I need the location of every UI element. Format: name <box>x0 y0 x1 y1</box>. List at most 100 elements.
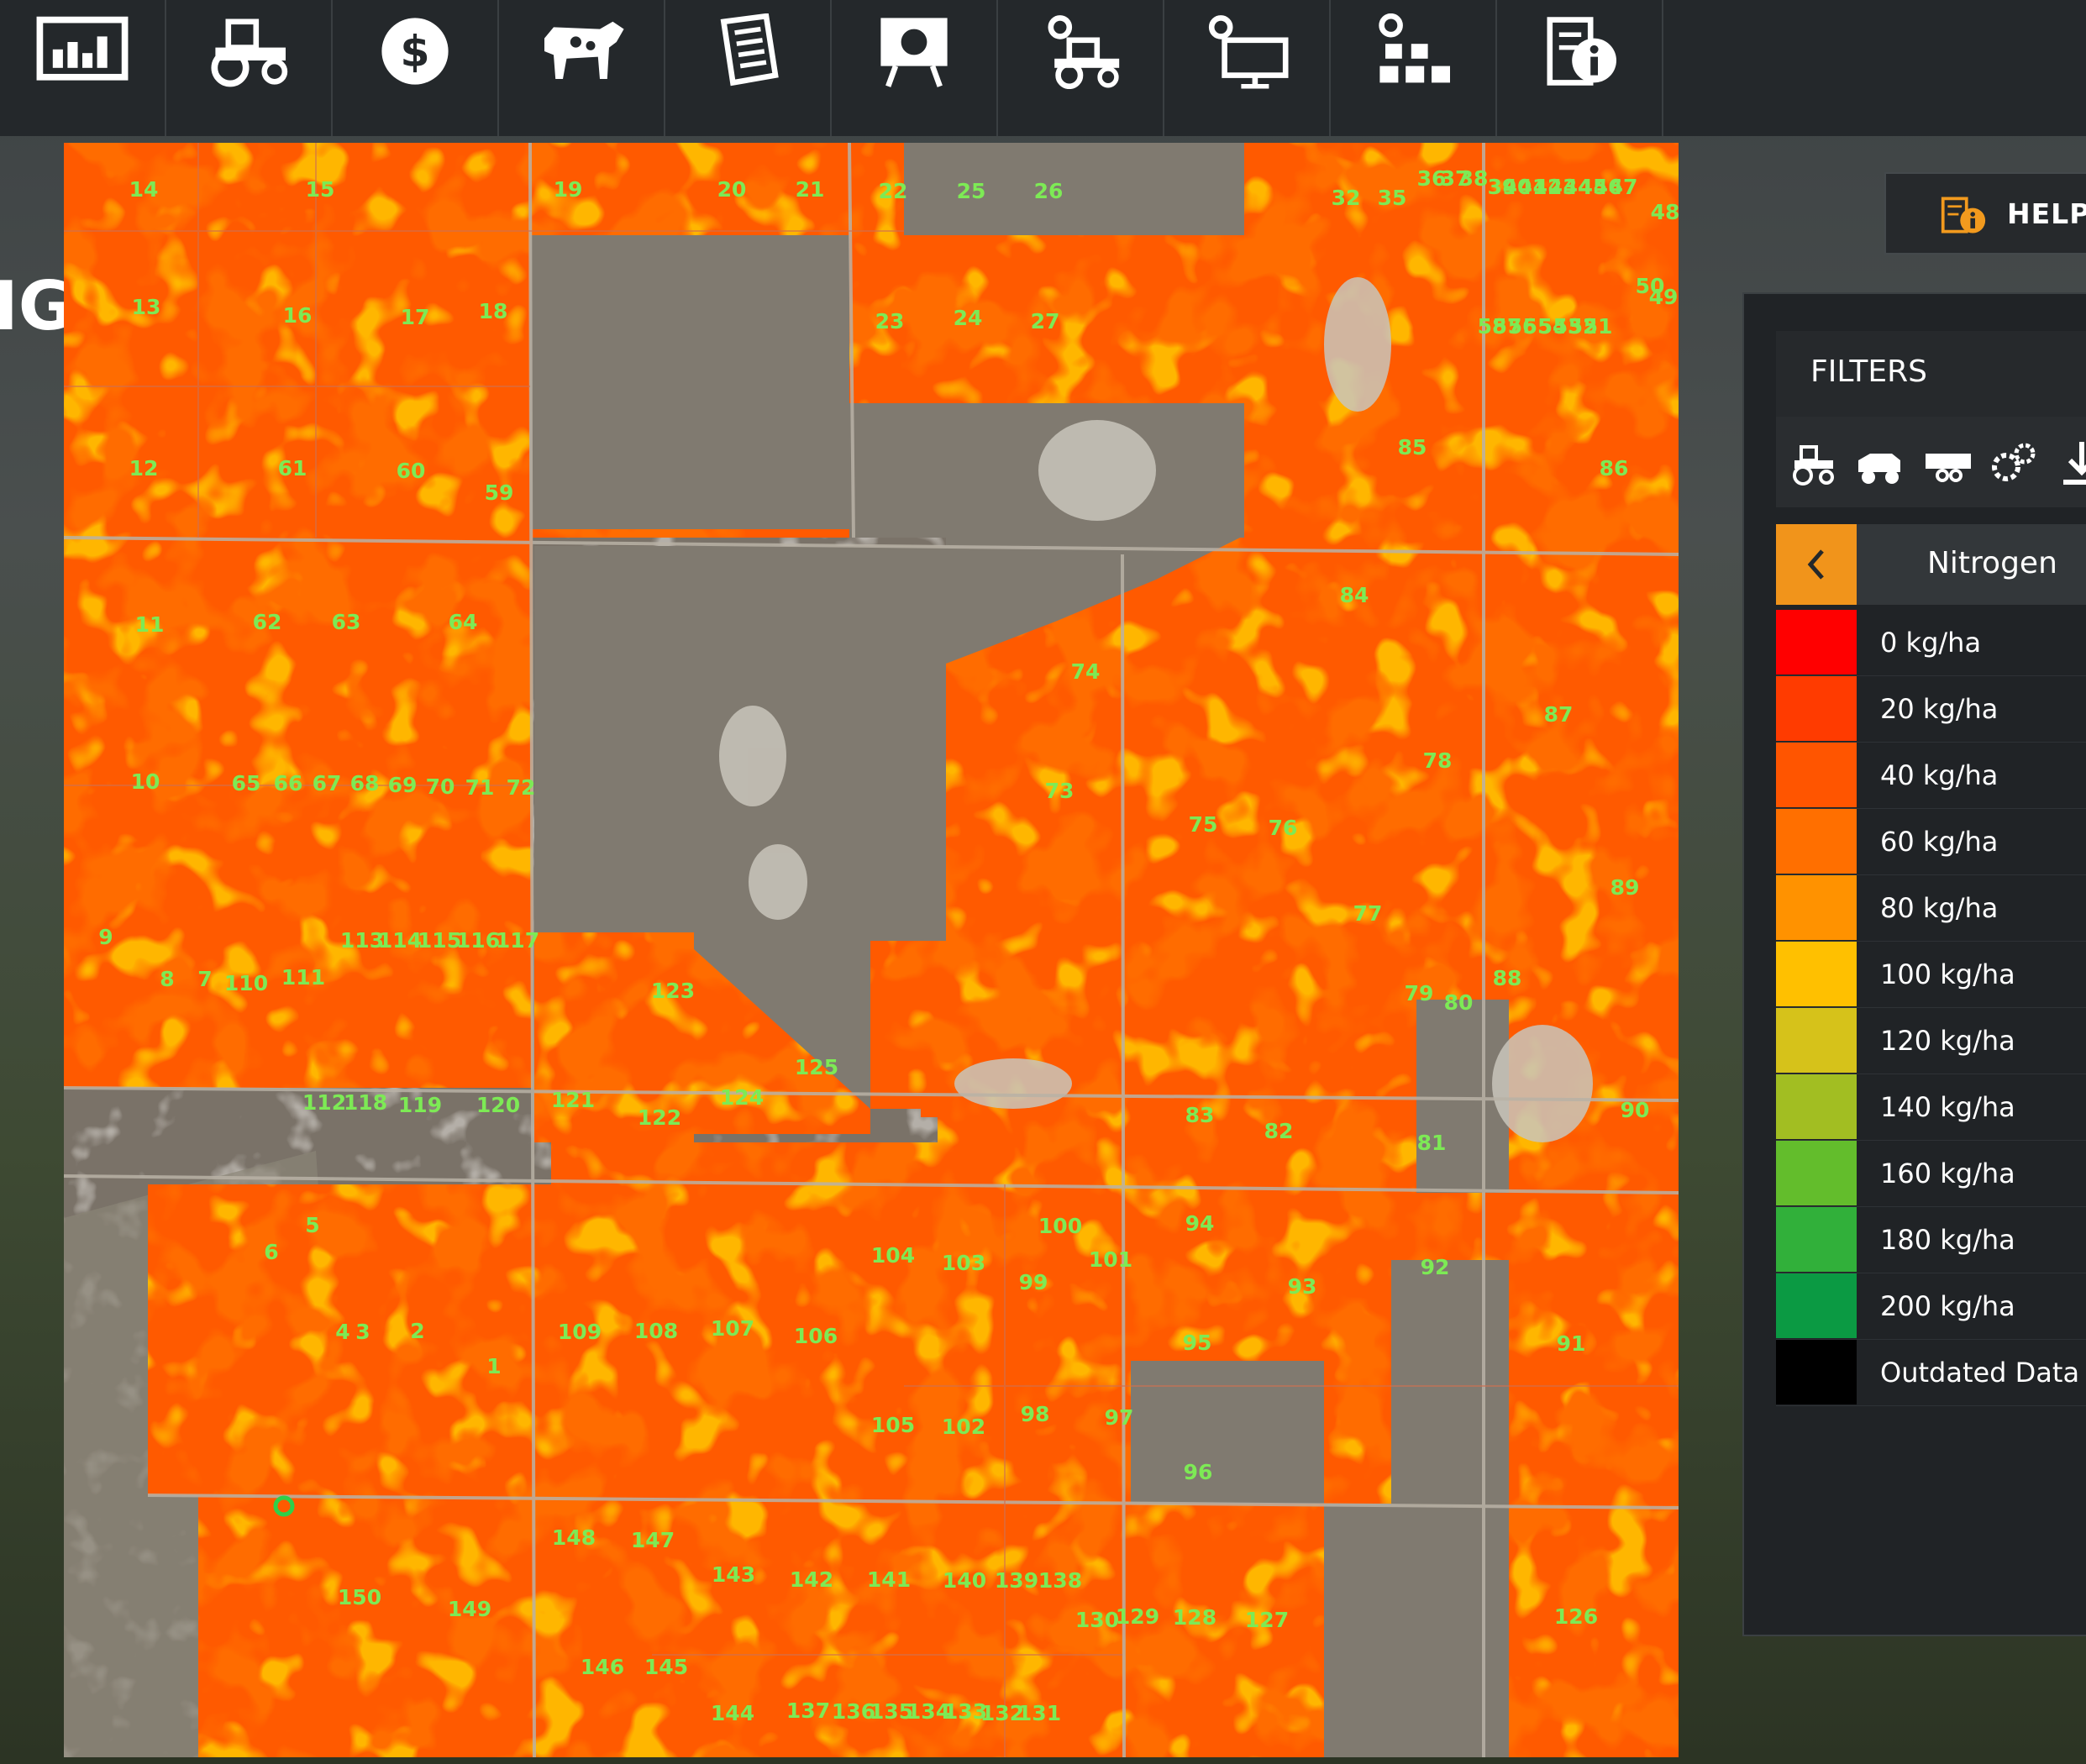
svg-text:$: $ <box>400 27 429 76</box>
field-label: 11 <box>135 612 165 637</box>
field-label: 69 <box>388 773 418 797</box>
field-label: 124 <box>720 1085 764 1110</box>
field-label: 127 <box>1245 1608 1289 1632</box>
statistics-icon <box>36 16 129 81</box>
field-label: 48 <box>1651 200 1679 224</box>
tab-game-settings[interactable] <box>1164 0 1331 136</box>
field-label: 66 <box>274 771 303 795</box>
tab-buildings[interactable] <box>1331 0 1497 136</box>
field-label: 93 <box>1288 1274 1317 1299</box>
field-label: 150 <box>338 1585 381 1609</box>
field-label: 72 <box>507 775 536 800</box>
field-label: 146 <box>581 1655 624 1679</box>
field-label: 125 <box>795 1055 838 1079</box>
field-label: 119 <box>398 1093 442 1117</box>
legend-row: 180 kg/ha <box>1776 1207 2086 1273</box>
legend-row: 20 kg/ha <box>1776 676 2086 743</box>
legend-row: 40 kg/ha <box>1776 743 2086 809</box>
filter-tractor-icon[interactable] <box>1788 438 1838 489</box>
filters-panel: FILTERS Nitrogen 0 kg/ha 20 kg/ha 40 kg/… <box>1742 292 2086 1636</box>
legend-swatch <box>1776 1008 1857 1073</box>
field-label: 111 <box>281 965 325 990</box>
tab-training[interactable] <box>832 0 998 136</box>
field-label: 25 <box>957 179 986 203</box>
field-label: 12 <box>129 456 159 480</box>
field-label: 123 <box>651 979 695 1003</box>
field-label: 94 <box>1185 1211 1215 1236</box>
filter-download-icon[interactable] <box>2057 438 2086 489</box>
legend-row: Outdated Data <box>1776 1340 2086 1406</box>
tractor-icon <box>211 18 288 87</box>
field-label: 101 <box>1089 1247 1132 1272</box>
layer-name: Nitrogen <box>1927 546 2057 580</box>
previous-layer-button[interactable] <box>1776 524 1857 605</box>
field-label: 84 <box>1340 583 1369 607</box>
field-label: 80 <box>1444 990 1474 1015</box>
tab-help-info[interactable] <box>1497 0 1663 136</box>
field-label: 109 <box>558 1320 602 1344</box>
field-label: 117 <box>496 928 539 953</box>
legend-swatch <box>1776 676 1857 741</box>
field-label: 67 <box>313 771 342 795</box>
field-label: 137 <box>786 1698 830 1723</box>
field-label: 32 <box>1332 186 1361 210</box>
legend-label: 80 kg/ha <box>1880 892 1999 924</box>
tab-contracts[interactable] <box>665 0 832 136</box>
field-label: 21 <box>796 177 825 202</box>
tab-production[interactable] <box>998 0 1164 136</box>
field-label: 104 <box>871 1243 915 1268</box>
field-label: 114 <box>378 928 422 953</box>
field-label: 118 <box>344 1090 387 1115</box>
field-label: 100 <box>1038 1214 1082 1238</box>
field-label: 88 <box>1493 966 1522 990</box>
field-label: 9 <box>98 925 113 949</box>
field-label: 91 <box>1557 1331 1586 1356</box>
field-label: 35 <box>1378 186 1407 210</box>
legend-label: 200 kg/ha <box>1880 1290 2015 1322</box>
field-label: 71 <box>465 775 495 800</box>
tab-finances[interactable]: $ <box>333 0 499 136</box>
field-label: 62 <box>253 610 282 634</box>
field-label: 65 <box>232 771 261 795</box>
settings-icon <box>1208 15 1289 89</box>
legend-swatch <box>1776 809 1857 874</box>
training-icon <box>880 18 948 87</box>
legend-label: 100 kg/ha <box>1880 958 2015 990</box>
tab-statistics[interactable] <box>0 0 166 136</box>
legend-swatch <box>1776 875 1857 940</box>
filter-harvester-icon[interactable] <box>1855 438 1905 489</box>
layer-selector: Nitrogen <box>1776 524 2086 605</box>
field-label: 81 <box>1417 1131 1447 1155</box>
info-icon <box>1547 17 1616 86</box>
field-label: 3 <box>355 1320 370 1344</box>
legend-row: 200 kg/ha <box>1776 1273 2086 1340</box>
field-label: 38 <box>1459 166 1489 191</box>
field-label: 147 <box>631 1528 675 1552</box>
field-label: 51 <box>1584 314 1613 339</box>
tab-animals[interactable] <box>499 0 665 136</box>
field-label: 73 <box>1045 779 1075 803</box>
field-label: 10 <box>131 769 160 794</box>
field-label: 108 <box>634 1319 678 1343</box>
field-label: 76 <box>1269 816 1298 840</box>
field-label: 18 <box>479 299 508 323</box>
field-label: 140 <box>943 1568 986 1593</box>
legend-swatch <box>1776 1273 1857 1338</box>
field-label: 26 <box>1034 179 1064 203</box>
filter-trailer-icon[interactable] <box>1922 438 1973 489</box>
field-label: 115 <box>418 928 461 953</box>
help-button[interactable]: HELP <box>1884 172 2086 255</box>
field-label: 89 <box>1610 875 1640 900</box>
precision-farming-map[interactable]: 14 15 19 20 21 22 25 26 32 35 36 37 38 39 40 41 42 43 44 45… <box>64 143 1679 1757</box>
tab-vehicles[interactable] <box>166 0 333 136</box>
field-label: 143 <box>712 1562 755 1587</box>
field-label: 78 <box>1423 748 1453 773</box>
field-label: 121 <box>551 1088 595 1112</box>
field-label: 7 <box>197 967 212 991</box>
legend-row: 120 kg/ha <box>1776 1008 2086 1074</box>
field-label: 87 <box>1544 702 1574 727</box>
field-label: 6 <box>264 1240 278 1264</box>
filter-tools-icon[interactable] <box>1989 438 2040 489</box>
field-label: 16 <box>283 303 313 328</box>
legend-swatch <box>1776 1340 1857 1404</box>
